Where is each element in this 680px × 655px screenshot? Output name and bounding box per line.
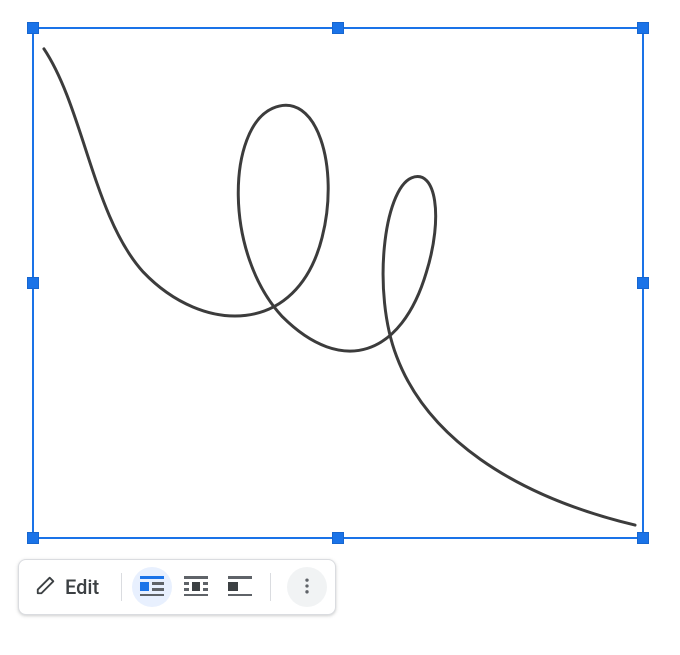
resize-handle-sw[interactable]	[27, 532, 39, 544]
wrap-inline-icon	[140, 576, 164, 599]
edit-button-label: Edit	[65, 575, 99, 599]
image-options-toolbar: Edit	[18, 559, 336, 615]
resize-handle-n[interactable]	[332, 22, 344, 34]
drawing-canvas	[34, 29, 642, 537]
resize-handle-s[interactable]	[332, 532, 344, 544]
edit-button[interactable]: Edit	[27, 568, 111, 607]
pencil-icon	[35, 574, 57, 601]
resize-handle-e[interactable]	[637, 277, 649, 289]
more-vertical-icon	[297, 576, 317, 599]
resize-handle-nw[interactable]	[27, 22, 39, 34]
resize-handle-ne[interactable]	[637, 22, 649, 34]
toolbar-divider	[121, 573, 122, 601]
selected-drawing-frame[interactable]	[32, 27, 644, 539]
break-text-button[interactable]	[220, 567, 260, 607]
wrap-text-icon	[184, 576, 208, 599]
more-options-button[interactable]	[287, 567, 327, 607]
wrap-inline-button[interactable]	[132, 567, 172, 607]
wrap-text-button[interactable]	[176, 567, 216, 607]
resize-handle-w[interactable]	[27, 277, 39, 289]
toolbar-divider	[270, 573, 271, 601]
resize-handle-se[interactable]	[637, 532, 649, 544]
break-text-icon	[228, 576, 252, 599]
